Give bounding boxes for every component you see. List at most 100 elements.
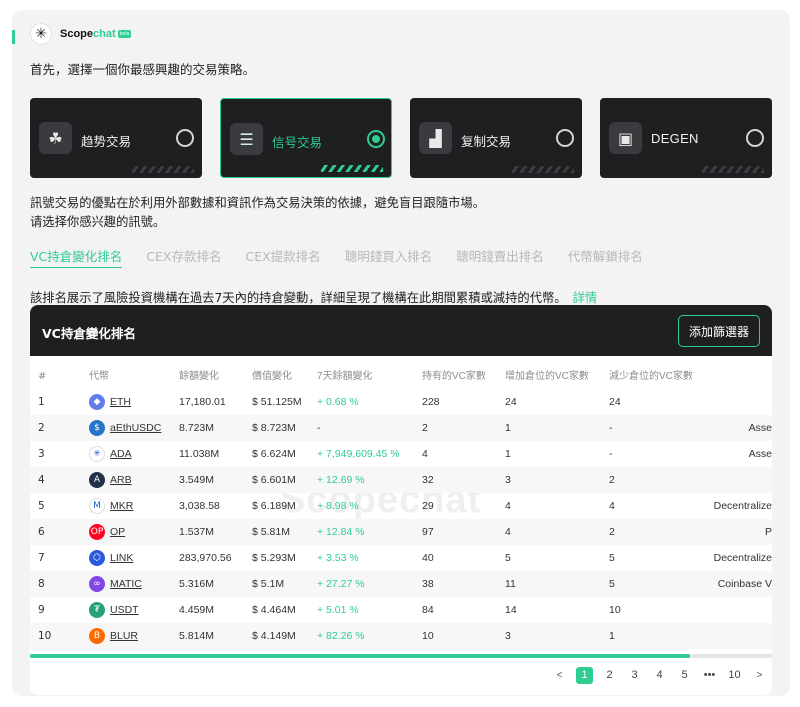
table-header-row: # 代幣 餘額變化 價值變化 7天餘額變化 持有的VC家數 增加倉位的VC家數 … — [30, 365, 772, 389]
token-symbol-link[interactable]: MATIC — [110, 571, 142, 597]
token-cell[interactable]: OP OP — [89, 519, 125, 545]
balance-change-cell: 5.814M — [179, 630, 215, 642]
stripes-decoration — [702, 166, 764, 173]
table-row[interactable]: 1 ◆ ETH 17,180.01 $ 51.125M + 0.68 % 228 24 24 — [30, 389, 772, 415]
tab-cex-withdraw[interactable]: CEX提款排名 — [245, 246, 320, 268]
tag-cell: Asse — [748, 422, 772, 434]
token-cell[interactable]: A ARB — [89, 467, 132, 493]
strategy-radio-selected[interactable] — [367, 130, 385, 148]
strategy-trend[interactable]: ☘ 趋势交易 — [30, 98, 202, 178]
vc-decrease-cell: 24 — [609, 396, 621, 408]
page-3-button[interactable]: 3 — [626, 667, 643, 684]
balance-change-cell: 1.537M — [179, 526, 215, 538]
page-1-button[interactable]: 1 — [576, 667, 593, 684]
tab-smart-money-buy[interactable]: 聰明錢買入排名 — [345, 246, 433, 268]
horizontal-scrollbar[interactable] — [30, 654, 772, 658]
bar-chart-icon: ▟ — [419, 122, 452, 154]
panel-header: VC持倉變化排名 添加篩選器 — [30, 305, 772, 356]
vc-holders-cell: 38 — [422, 578, 434, 590]
vc-holders-cell: 4 — [422, 448, 428, 460]
prev-page-button[interactable]: < — [551, 667, 568, 684]
polygon-icon: ∞ — [89, 576, 105, 592]
token-cell[interactable]: B BLUR — [89, 623, 138, 649]
strategy-radio[interactable] — [556, 129, 574, 147]
rank-cell: 4 — [38, 474, 45, 486]
aave-usdc-icon: $ — [89, 420, 105, 436]
tab-cex-deposit[interactable]: CEX存款排名 — [146, 246, 221, 268]
table-row[interactable]: 3 ✳ ADA 11.038M $ 6.624M + 7,949,609.45 % 4 1 - A… — [30, 441, 772, 467]
strategy-radio[interactable] — [746, 129, 764, 147]
header-7d-change[interactable]: 7天餘額變化 — [317, 365, 373, 389]
stripes-decoration — [132, 166, 194, 173]
header-balance-change[interactable]: 餘額變化 — [179, 365, 219, 389]
tab-vc-holdings[interactable]: VC持倉變化排名 — [30, 246, 123, 268]
token-symbol-link[interactable]: ADA — [110, 441, 132, 467]
next-page-button[interactable]: > — [751, 667, 768, 684]
token-cell[interactable]: ✳ ADA — [89, 441, 132, 467]
vc-holders-cell: 2 — [422, 422, 428, 434]
strategy-signal[interactable]: ☰ 信号交易 — [220, 98, 392, 178]
token-cell[interactable]: ₮ USDT — [89, 597, 139, 623]
table-row[interactable]: 5 M MKR 3,038.58 $ 6.189M + 8.98 % 29 4 4 Decentr… — [30, 493, 772, 519]
more-pages-ellipsis[interactable]: ••• — [701, 667, 718, 684]
signal-description: 訊號交易的優點在於利用外部數據和資訊作為交易決策的依據，避免盲目跟隨市場。 请选… — [30, 194, 485, 232]
table-row[interactable]: 8 ∞ MATIC 5.316M $ 5.1M + 27.27 % 38 11 5 Coinbas… — [30, 571, 772, 597]
strategy-radio[interactable] — [176, 129, 194, 147]
vc-decrease-cell: 5 — [609, 578, 615, 590]
header-value-change[interactable]: 價值變化 — [252, 365, 292, 389]
token-symbol-link[interactable]: BLUR — [110, 623, 138, 649]
details-link[interactable]: 詳情 — [573, 291, 598, 305]
token-cell[interactable]: $ aEthUSDC — [89, 415, 161, 441]
page-4-button[interactable]: 4 — [651, 667, 668, 684]
strategy-degen[interactable]: ▣ DEGEN — [600, 98, 772, 178]
table-row[interactable]: 9 ₮ USDT 4.459M $ 4.464M + 5.01 % 84 14 10 — [30, 597, 772, 623]
token-cell[interactable]: ⬡ LINK — [89, 545, 133, 571]
table-row[interactable]: 4 A ARB 3.549M $ 6.601M + 12.69 % 32 3 2 — [30, 467, 772, 493]
vc-decrease-cell: 2 — [609, 526, 615, 538]
value-change-cell: $ 5.1M — [252, 578, 285, 590]
vc-holders-cell: 10 — [422, 630, 434, 642]
token-symbol-link[interactable]: OP — [110, 519, 125, 545]
page-5-button[interactable]: 5 — [676, 667, 693, 684]
seven-day-change-cell: + 7,949,609.45 % — [317, 448, 400, 460]
description-line: 訊號交易的優點在於利用外部數據和資訊作為交易決策的依據，避免盲目跟隨市場。 — [30, 196, 485, 210]
header-token: 代幣 — [89, 371, 109, 382]
database-signal-icon: ☰ — [230, 123, 263, 155]
token-symbol-link[interactable]: aEthUSDC — [110, 415, 161, 441]
page-2-button[interactable]: 2 — [601, 667, 618, 684]
table-row[interactable]: 6 OP OP 1.537M $ 5.81M + 12.84 % 97 4 2 P — [30, 519, 772, 545]
add-filter-button[interactable]: 添加篩選器 — [677, 315, 760, 347]
rank-cell: 2 — [38, 422, 45, 434]
table-row[interactable]: 7 ⬡ LINK 283,970.56 $ 5.293M + 3.53 % 40 5 5 Dece… — [30, 545, 772, 571]
balance-change-cell: 283,970.56 — [179, 552, 232, 564]
tag-cell: Decentralize — [713, 500, 772, 512]
header-vc-holders[interactable]: 持有的VC家數 — [422, 365, 486, 389]
token-symbol-link[interactable]: ETH — [110, 389, 131, 415]
header-vc-increase[interactable]: 增加倉位的VC家數 — [505, 365, 589, 389]
table-row[interactable]: 10 B BLUR 5.814M $ 4.149M + 82.26 % 10 3 1 — [30, 623, 772, 649]
token-symbol-link[interactable]: ARB — [110, 467, 132, 493]
token-symbol-link[interactable]: USDT — [110, 597, 139, 623]
token-symbol-link[interactable]: MKR — [110, 493, 133, 519]
pagination: < 1 2 3 4 5 ••• 10 > — [543, 667, 768, 684]
balance-change-cell: 11.038M — [179, 448, 220, 460]
token-cell[interactable]: M MKR — [89, 493, 133, 519]
vc-decrease-cell: - — [609, 422, 613, 434]
page-10-button[interactable]: 10 — [726, 667, 743, 684]
tab-smart-money-sell[interactable]: 聰明錢賣出排名 — [456, 246, 544, 268]
vc-decrease-cell: 5 — [609, 552, 615, 564]
strategy-copy[interactable]: ▟ 复制交易 — [410, 98, 582, 178]
value-change-cell: $ 6.189M — [252, 500, 296, 512]
tab-token-unlock[interactable]: 代幣解鎖排名 — [568, 246, 643, 268]
scrollbar-thumb[interactable] — [30, 654, 691, 658]
token-cell[interactable]: ◆ ETH — [89, 389, 131, 415]
table-row[interactable]: 2 $ aEthUSDC 8.723M $ 8.723M - 2 1 - Asse — [30, 415, 772, 441]
token-cell[interactable]: ∞ MATIC — [89, 571, 142, 597]
balance-change-cell: 3.549M — [179, 474, 215, 486]
value-change-cell: $ 4.464M — [252, 604, 296, 616]
token-symbol-link[interactable]: LINK — [110, 545, 133, 571]
header-vc-decrease[interactable]: 減少倉位的VC家數 — [609, 365, 693, 389]
balance-change-cell: 4.459M — [179, 604, 215, 616]
rank-cell: 5 — [38, 500, 45, 512]
rank-cell: 10 — [38, 630, 52, 642]
